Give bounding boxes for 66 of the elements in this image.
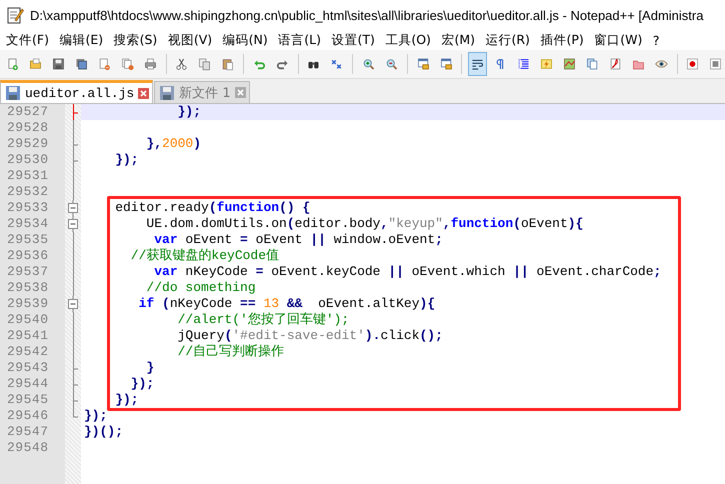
code-line: var oEvent = oEvent || window.oEvent;	[153, 232, 443, 248]
line-number: 29535	[6, 232, 50, 248]
code-line: //do something	[145, 280, 256, 296]
line-number: 29529	[6, 136, 50, 152]
line-number: 29542	[6, 344, 50, 360]
close-icon[interactable]	[138, 88, 150, 98]
line-number: 29533	[6, 200, 50, 216]
code-line: jQuery('#edit-save-edit').click();	[176, 328, 443, 344]
menu-item[interactable]: 窗口(W)	[590, 32, 649, 48]
fold-minus-icon[interactable]	[68, 296, 78, 312]
code-line: //自己写判断操作	[176, 344, 284, 360]
line-number: 29528	[6, 120, 50, 136]
menu-item[interactable]: 文件(F)	[2, 32, 56, 48]
line-number: 29540	[6, 312, 50, 328]
line-number: 29548	[6, 440, 50, 456]
code-line: });	[130, 376, 154, 392]
menu-item[interactable]: 插件(P)	[536, 32, 590, 48]
code-line: var nKeyCode = oEvent.keyCode || oEvent.which || oEvent.charCode;	[153, 264, 662, 280]
line-number: 29546	[6, 408, 50, 424]
line-number: 29544	[6, 376, 50, 392]
code-line: }	[145, 360, 154, 376]
code-line: if (nKeyCode == 13 && oEvent.altKey){	[138, 296, 436, 312]
menu-item[interactable]: 编辑(E)	[55, 32, 110, 48]
line-number: 29532	[6, 184, 50, 200]
menu-item[interactable]: 搜索(S)	[110, 32, 164, 48]
menu-item[interactable]: 宏(M)	[437, 32, 482, 48]
code-line: //获取键盘的keyCode值	[130, 248, 280, 264]
menu-item[interactable]: 设置(T)	[327, 32, 382, 48]
code-editor[interactable]	[0, 104, 725, 484]
line-number: 29536	[6, 248, 50, 264]
line-number: 29531	[6, 168, 50, 184]
line-number: 29527	[6, 104, 50, 120]
menu-item[interactable]: ?	[648, 32, 666, 48]
notepad-icon	[6, 6, 24, 24]
code-line: });	[114, 392, 139, 408]
code-line: UE.dom.domUtils.on(editor.body,"keyup",function(oEvent){	[145, 216, 584, 232]
code-line: },2000)	[145, 136, 202, 152]
menu-item[interactable]: 视图(V)	[164, 32, 219, 48]
fold-tick	[72, 104, 78, 120]
code-line: });	[176, 104, 202, 120]
line-number: 29543	[6, 360, 50, 376]
line-number: 29545	[6, 392, 50, 408]
fold-minus-icon[interactable]	[68, 200, 78, 216]
file-tab[interactable]: ueditor.all.js	[0, 80, 154, 103]
menu-item[interactable]: 语言(L)	[274, 32, 328, 48]
line-number: 29530	[6, 152, 50, 168]
code-line: });	[84, 408, 108, 424]
code-line: });	[114, 152, 139, 168]
fold-line	[72, 120, 74, 136]
menu-item[interactable]: 工具(O)	[381, 32, 438, 48]
menu-item[interactable]: 运行(R)	[481, 32, 536, 48]
fold-end-mark	[72, 408, 78, 418]
menu-item[interactable]: 编码(N)	[218, 32, 274, 48]
code-line: })();	[84, 424, 124, 440]
line-number: 29534	[6, 216, 50, 232]
close-icon[interactable]	[234, 87, 246, 98]
line-number: 29537	[6, 264, 50, 280]
code-line: //alert('您按了回车键');	[176, 312, 350, 328]
window-title: D:\xampputf8\htdocs\www.shipingzhong.cn\public_html\sites\all\libraries\ueditor\ueditor.all.js - Notepad++ [Administra	[30, 8, 704, 22]
word-wrap-icon[interactable]	[468, 52, 488, 76]
fold-minus-icon[interactable]	[68, 216, 78, 232]
line-number: 29538	[6, 280, 50, 296]
line-number: 29541	[6, 328, 50, 344]
code-line: editor.ready(function() {	[114, 200, 310, 216]
line-number: 29547	[6, 424, 50, 440]
line-number: 29539	[6, 296, 50, 312]
